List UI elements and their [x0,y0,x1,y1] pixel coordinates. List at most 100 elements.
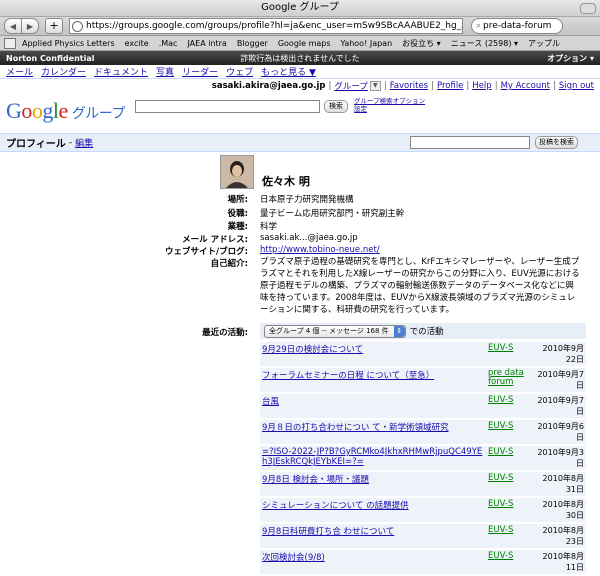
activity-title-link[interactable]: シミュレーションについて の話題提供 [262,501,409,511]
bookmarks-book-icon[interactable] [4,37,16,49]
activity-suffix: での活動 [409,327,444,337]
activity-title-link[interactable]: 9月8日科研費打ち合 わせについて [262,527,394,537]
forward-button[interactable]: ▶ [22,18,39,34]
activity-title-link[interactable]: 台風 [262,397,279,407]
email-label: メール アドレス: [182,235,248,245]
intro-label: 自己紹介: [210,259,248,269]
activity-date: 2010年8月23日 [542,526,584,546]
email-value: sasaki.ak...@jaea.go.jp [260,233,358,243]
activity-title-link[interactable]: 9月8日 検討会・場所・議題 [262,475,369,485]
bookmark-item[interactable]: .Mac [159,39,178,48]
activity-group-link[interactable]: EUV-S [488,473,513,483]
window-resize-button[interactable] [580,3,596,14]
activity-group-link[interactable]: EUV-S [488,551,513,561]
chevron-down-icon[interactable]: ▼ [369,81,381,91]
activity-group-link[interactable]: EUV-S [488,447,513,457]
bookmark-folder[interactable]: お役立ち ▾ [402,38,441,49]
norton-options-button[interactable]: オプション ▾ [547,53,594,64]
gbar-link-web[interactable]: ウェブ [226,65,253,78]
groups-search-button[interactable]: 検索 [324,100,348,113]
bookmark-folder[interactable]: ニュース (2598) ▾ [451,38,518,49]
activity-title-link[interactable]: 次回検討会(9/8) [262,553,325,563]
list-item: 9月8日科研費打ち合 わせについて EUV-S 2010年8月23日 [260,524,586,548]
location-label: 場所: [227,195,248,205]
user-bar: sasaki.akira@jaea.go.jp | グループ ▼ | Favori… [211,80,594,92]
activity-date: 2010年8月11日 [542,552,584,572]
bookmark-item[interactable]: Google maps [278,39,331,48]
post-search-input[interactable] [410,136,530,149]
activity-date: 2010年9月7日 [537,396,584,416]
avatar [220,155,254,189]
favorites-link[interactable]: Favorites [390,81,428,91]
groups-menu-link[interactable]: グループ [334,80,368,92]
activity-date: 2010年8月31日 [542,474,584,494]
google-bar: メール カレンダー ドキュメント 写真 リーダー ウェブ もっと見る ▼ [0,65,600,79]
page-title: プロフィール [6,139,66,150]
activity-group-link[interactable]: EUV-S [488,499,513,509]
bookmarks-bar: Applied Physics Letters excite .Mac JAEA… [0,36,600,51]
gbar-link-more[interactable]: もっと見る ▼ [261,65,316,78]
list-item: 台風 EUV-S 2010年9月7日 [260,394,586,418]
activity-list: 9月29日の検討会について EUV-S 2010年9月22日 フォーラムセミナー… [260,342,586,576]
window-title: Google グループ [261,2,339,13]
favicon-icon [72,20,83,32]
activity-group-select[interactable]: 全グループ 4 個 -- メッセージ 168 件 ⇕ [264,324,406,338]
gbar-link-docs[interactable]: ドキュメント [94,65,148,78]
help-link[interactable]: Help [472,81,491,91]
activity-date: 2010年9月7日 [537,370,584,390]
address-text: https://groups.google.com/groups/profile… [86,21,462,31]
activity-label: 最近の活動: [202,328,248,338]
add-bookmark-button[interactable]: + [45,18,63,34]
gbar-link-mail[interactable]: メール [6,65,33,78]
activity-date: 2010年9月6日 [537,422,584,442]
bookmark-item[interactable]: Applied Physics Letters [22,39,115,48]
forward-arrow-icon: ▶ [26,21,34,31]
industry-value: 科学 [260,222,278,232]
activity-group-link[interactable]: EUV-S [488,525,513,535]
activity-select-value: 全グループ 4 個 -- メッセージ 168 件 [269,326,389,335]
activity-date: 2010年8月30日 [542,500,584,520]
norton-brand: Norton Confidential [6,53,95,63]
activity-title-link[interactable]: =?ISO-2022-JP?B?GyRCMko4JkhxRHMwRjpuQC49… [262,447,482,467]
list-item: フォーラムセミナーの日程 について（至急） pre data forum 201… [260,368,586,392]
bookmark-item[interactable]: excite [125,39,149,48]
post-search-button[interactable]: 投稿を検索 [535,136,578,149]
gbar-link-calendar[interactable]: カレンダー [41,65,86,78]
bookmark-item[interactable]: Yahoo! Japan [341,39,393,48]
activity-group-link[interactable]: pre data forum [488,368,524,387]
bookmark-item[interactable]: Blogger [237,39,268,48]
window-titlebar: Google グループ [0,0,600,17]
address-bar[interactable]: https://groups.google.com/groups/profile… [69,18,463,34]
list-item: 9月29日の検討会について EUV-S 2010年9月22日 [260,342,586,366]
back-arrow-icon: ◀ [9,21,17,31]
bookmark-item[interactable]: アップル [528,38,560,49]
my-account-link[interactable]: My Account [501,81,550,91]
activity-filter-row: 全グループ 4 個 -- メッセージ 168 件 ⇕ での活動 [260,323,586,339]
gbar-link-photos[interactable]: 写真 [156,65,174,78]
location-value: 日本原子力研究開発機構 [260,195,354,205]
back-button[interactable]: ◀ [4,18,22,34]
profile-link[interactable]: Profile [437,81,463,91]
activity-group-link[interactable]: EUV-S [488,343,513,353]
bookmark-item[interactable]: JAEA intra [187,39,226,48]
browser-search-field[interactable]: ⌕ pre-data-forum [471,18,563,34]
profile-name: 佐々木 明 [262,175,310,188]
gbar-link-reader[interactable]: リーダー [182,65,218,78]
website-link[interactable]: http://www.tobino-neue.net/ [260,245,380,255]
edit-profile-link[interactable]: 編集 [75,136,93,149]
activity-group-link[interactable]: EUV-S [488,421,513,431]
google-groups-logo[interactable]: Google グループ [6,98,125,124]
intro-text: プラズマ原子過程の基礎研究を専門とし、KrFエキシマレーザーや、レーザー生成プラ… [260,257,580,315]
activity-date: 2010年9月3日 [537,448,584,468]
groups-search-input[interactable] [135,100,320,113]
title-label: 役職: [227,209,248,219]
plus-icon: + [49,19,59,32]
activity-title-link[interactable]: 9月29日の検討会について [262,345,363,355]
norton-bar: Norton Confidential 詐欺行為は検出されませんでした オプショ… [0,51,600,65]
activity-title-link[interactable]: フォーラムセミナーの日程 について（至急） [262,371,434,381]
activity-group-link[interactable]: EUV-S [488,395,513,405]
search-options-link[interactable]: グループ検索オプション 設定 [354,97,425,113]
activity-title-link[interactable]: 9月８日の打ち合わせについ て・新学術領域研究 [262,423,449,433]
search-engine-icon: ⌕ [476,21,482,31]
sign-out-link[interactable]: Sign out [559,81,594,91]
